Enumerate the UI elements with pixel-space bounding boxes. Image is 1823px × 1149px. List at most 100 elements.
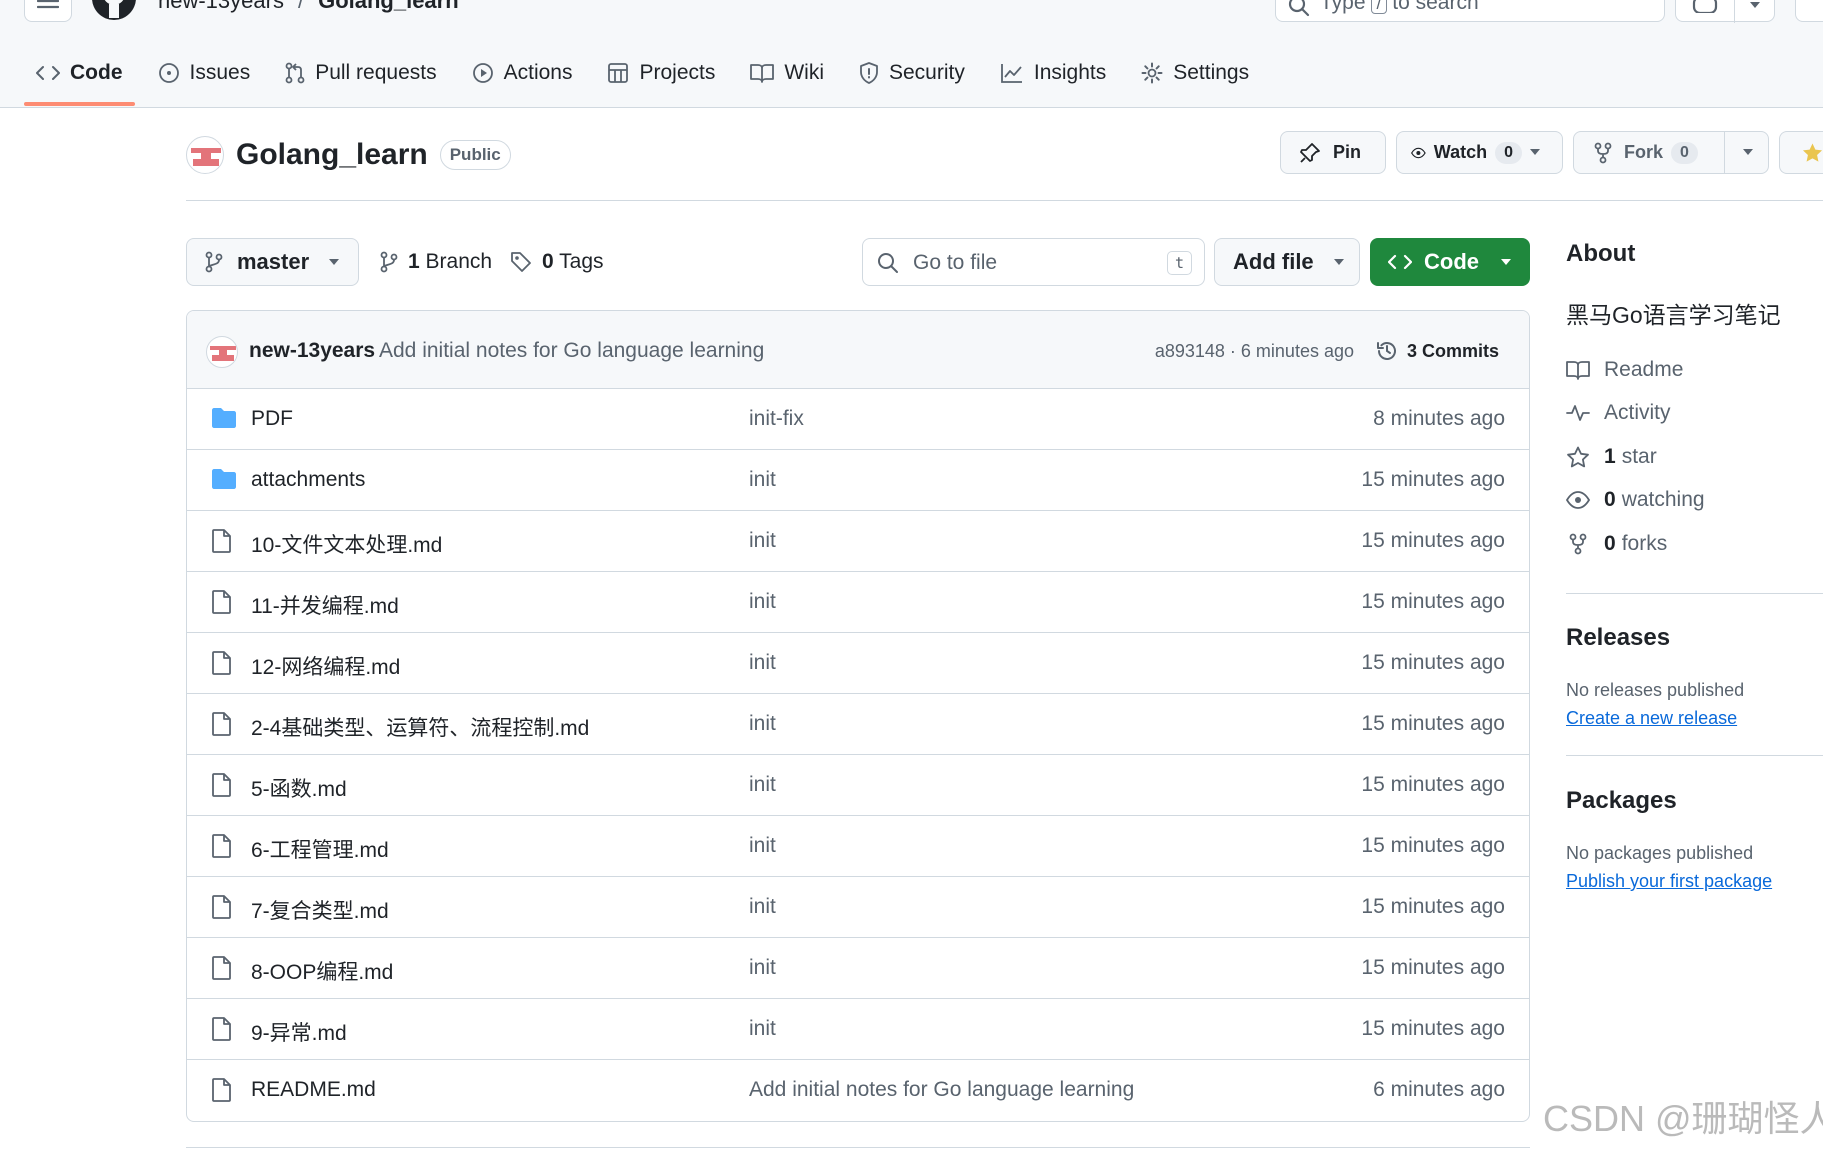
file-row[interactable]: README.md Add initial notes for Go langua…: [187, 1060, 1529, 1121]
file-row[interactable]: 2-4基础类型、运算符、流程控制.md init 15 minutes ago: [187, 694, 1529, 755]
readme-link[interactable]: Readme: [1566, 348, 1823, 392]
code-dropdown-button[interactable]: Code: [1370, 238, 1530, 286]
file-commit-message[interactable]: init: [749, 773, 776, 797]
file-name[interactable]: 10-文件文本处理.md: [251, 529, 442, 559]
menu-button[interactable]: [24, 0, 72, 22]
file-commit-message[interactable]: init: [749, 529, 776, 553]
tab-issues[interactable]: Issues: [146, 48, 263, 98]
file-commit-time: 15 minutes ago: [1361, 773, 1505, 796]
breadcrumb-repo[interactable]: Golang_learn: [318, 0, 459, 13]
tab-settings[interactable]: Settings: [1129, 48, 1261, 98]
watch-main[interactable]: Watch 0: [1397, 141, 1522, 164]
file-commit-message[interactable]: init: [749, 590, 776, 614]
file-row[interactable]: 7-复合类型.md init 15 minutes ago: [187, 877, 1529, 938]
create-new-button[interactable]: [1795, 0, 1823, 22]
file-row[interactable]: 6-工程管理.md init 15 minutes ago: [187, 816, 1529, 877]
file-commit-message[interactable]: init: [749, 712, 776, 736]
file-name[interactable]: 2-4基础类型、运算符、流程控制.md: [251, 712, 589, 742]
file-name[interactable]: README.md: [251, 1078, 376, 1102]
chevron-down-icon: [329, 258, 340, 265]
tags-link[interactable]: 0 Tags: [510, 238, 604, 286]
tab-actions[interactable]: Actions: [460, 48, 585, 98]
file-icon: [211, 712, 233, 736]
file-name[interactable]: 9-异常.md: [251, 1017, 347, 1047]
file-commit-message[interactable]: Add initial notes for Go language learni…: [749, 1078, 1134, 1102]
file-commit-message[interactable]: init: [749, 468, 776, 492]
add-file-button[interactable]: Add file: [1214, 238, 1360, 286]
file-name[interactable]: PDF: [251, 407, 293, 431]
file-commit-message[interactable]: init: [749, 651, 776, 675]
book-icon: [750, 63, 775, 83]
branch-select[interactable]: master: [186, 238, 359, 286]
file-row[interactable]: 9-异常.md init 15 minutes ago: [187, 999, 1529, 1060]
pulse-icon: [1566, 405, 1590, 422]
create-release-link[interactable]: Create a new release: [1566, 708, 1737, 729]
commit-sha-time[interactable]: a893148 · 6 minutes ago: [1155, 341, 1354, 362]
file-row[interactable]: PDF init-fix 8 minutes ago: [187, 389, 1529, 450]
pin-button[interactable]: Pin: [1280, 131, 1386, 174]
tab-insights[interactable]: Insights: [988, 48, 1118, 98]
visibility-badge: Public: [439, 140, 511, 170]
commit-author[interactable]: new-13years: [249, 339, 375, 363]
fork-main[interactable]: Fork 0: [1574, 141, 1724, 164]
breadcrumb-separator: /: [297, 0, 305, 13]
go-to-file-input[interactable]: Go to file t: [862, 238, 1205, 286]
branches-link[interactable]: 1 Branch: [380, 238, 492, 286]
file-name[interactable]: 12-网络编程.md: [251, 651, 400, 681]
file-name[interactable]: 7-复合类型.md: [251, 895, 389, 925]
file-list: new-13years Add initial notes for Go lan…: [186, 310, 1530, 1122]
file-name[interactable]: 8-OOP编程.md: [251, 956, 393, 986]
file-commit-message[interactable]: init-fix: [749, 407, 804, 431]
tab-label: Projects: [639, 61, 716, 84]
tab-label: Wiki: [784, 61, 824, 84]
watching-link[interactable]: 0 watching: [1566, 479, 1823, 523]
chevron-down-icon[interactable]: [1528, 148, 1542, 157]
breadcrumb-owner[interactable]: new-13years: [158, 0, 284, 13]
author-avatar[interactable]: [206, 336, 238, 368]
watch-button[interactable]: Watch 0: [1396, 131, 1563, 174]
packages-heading[interactable]: Packages: [1566, 787, 1677, 815]
chevron-down-icon[interactable]: [1741, 148, 1755, 157]
file-name[interactable]: 5-函数.md: [251, 773, 347, 803]
activity-link[interactable]: Activity: [1566, 392, 1823, 436]
file-name[interactable]: attachments: [251, 468, 365, 492]
owner-avatar[interactable]: [186, 136, 224, 174]
repo-name[interactable]: Golang_learn: [236, 138, 428, 172]
commits-link[interactable]: 3 Commits: [1375, 339, 1499, 363]
commit-message[interactable]: Add initial notes for Go language learni…: [379, 339, 764, 363]
stars-link[interactable]: 1 star: [1566, 435, 1823, 479]
star-button[interactable]: [1779, 131, 1823, 174]
file-row[interactable]: 8-OOP编程.md init 15 minutes ago: [187, 938, 1529, 999]
file-row[interactable]: 10-文件文本处理.md init 15 minutes ago: [187, 511, 1529, 572]
copilot-icon: [1692, 0, 1718, 13]
fork-button[interactable]: Fork 0: [1573, 131, 1769, 174]
file-row[interactable]: 12-网络编程.md init 15 minutes ago: [187, 633, 1529, 694]
file-commit-message[interactable]: init: [749, 956, 776, 980]
chevron-down-icon[interactable]: [1748, 1, 1762, 10]
file-commit-message[interactable]: init: [749, 834, 776, 858]
tab-label: Security: [889, 61, 965, 84]
tab-security[interactable]: Security: [847, 48, 977, 98]
file-row[interactable]: 5-函数.md init 15 minutes ago: [187, 755, 1529, 816]
eye-icon: [1411, 147, 1426, 158]
file-commit-message[interactable]: init: [749, 1017, 776, 1041]
file-row[interactable]: 11-并发编程.md init 15 minutes ago: [187, 572, 1529, 633]
tab-code[interactable]: Code: [24, 48, 135, 106]
chevron-down-icon: [1333, 258, 1344, 265]
file-commit-message[interactable]: init: [749, 895, 776, 919]
tab-projects[interactable]: Projects: [595, 48, 727, 98]
tab-pull-requests[interactable]: Pull requests: [273, 48, 448, 98]
file-commit-time: 15 minutes ago: [1361, 468, 1505, 491]
file-row[interactable]: attachments init 15 minutes ago: [187, 450, 1529, 511]
tab-wiki[interactable]: Wiki: [738, 48, 836, 98]
copilot-button[interactable]: [1675, 0, 1775, 23]
github-logo-icon[interactable]: [90, 0, 138, 22]
file-name[interactable]: 6-工程管理.md: [251, 834, 389, 864]
file-icon: [211, 834, 233, 858]
publish-package-link[interactable]: Publish your first package: [1566, 871, 1772, 892]
releases-heading[interactable]: Releases: [1566, 624, 1670, 652]
forks-link[interactable]: 0 forks: [1566, 522, 1823, 566]
global-search-input[interactable]: Type / to search: [1275, 0, 1665, 22]
file-name[interactable]: 11-并发编程.md: [251, 590, 399, 620]
search-icon: [1288, 0, 1310, 17]
